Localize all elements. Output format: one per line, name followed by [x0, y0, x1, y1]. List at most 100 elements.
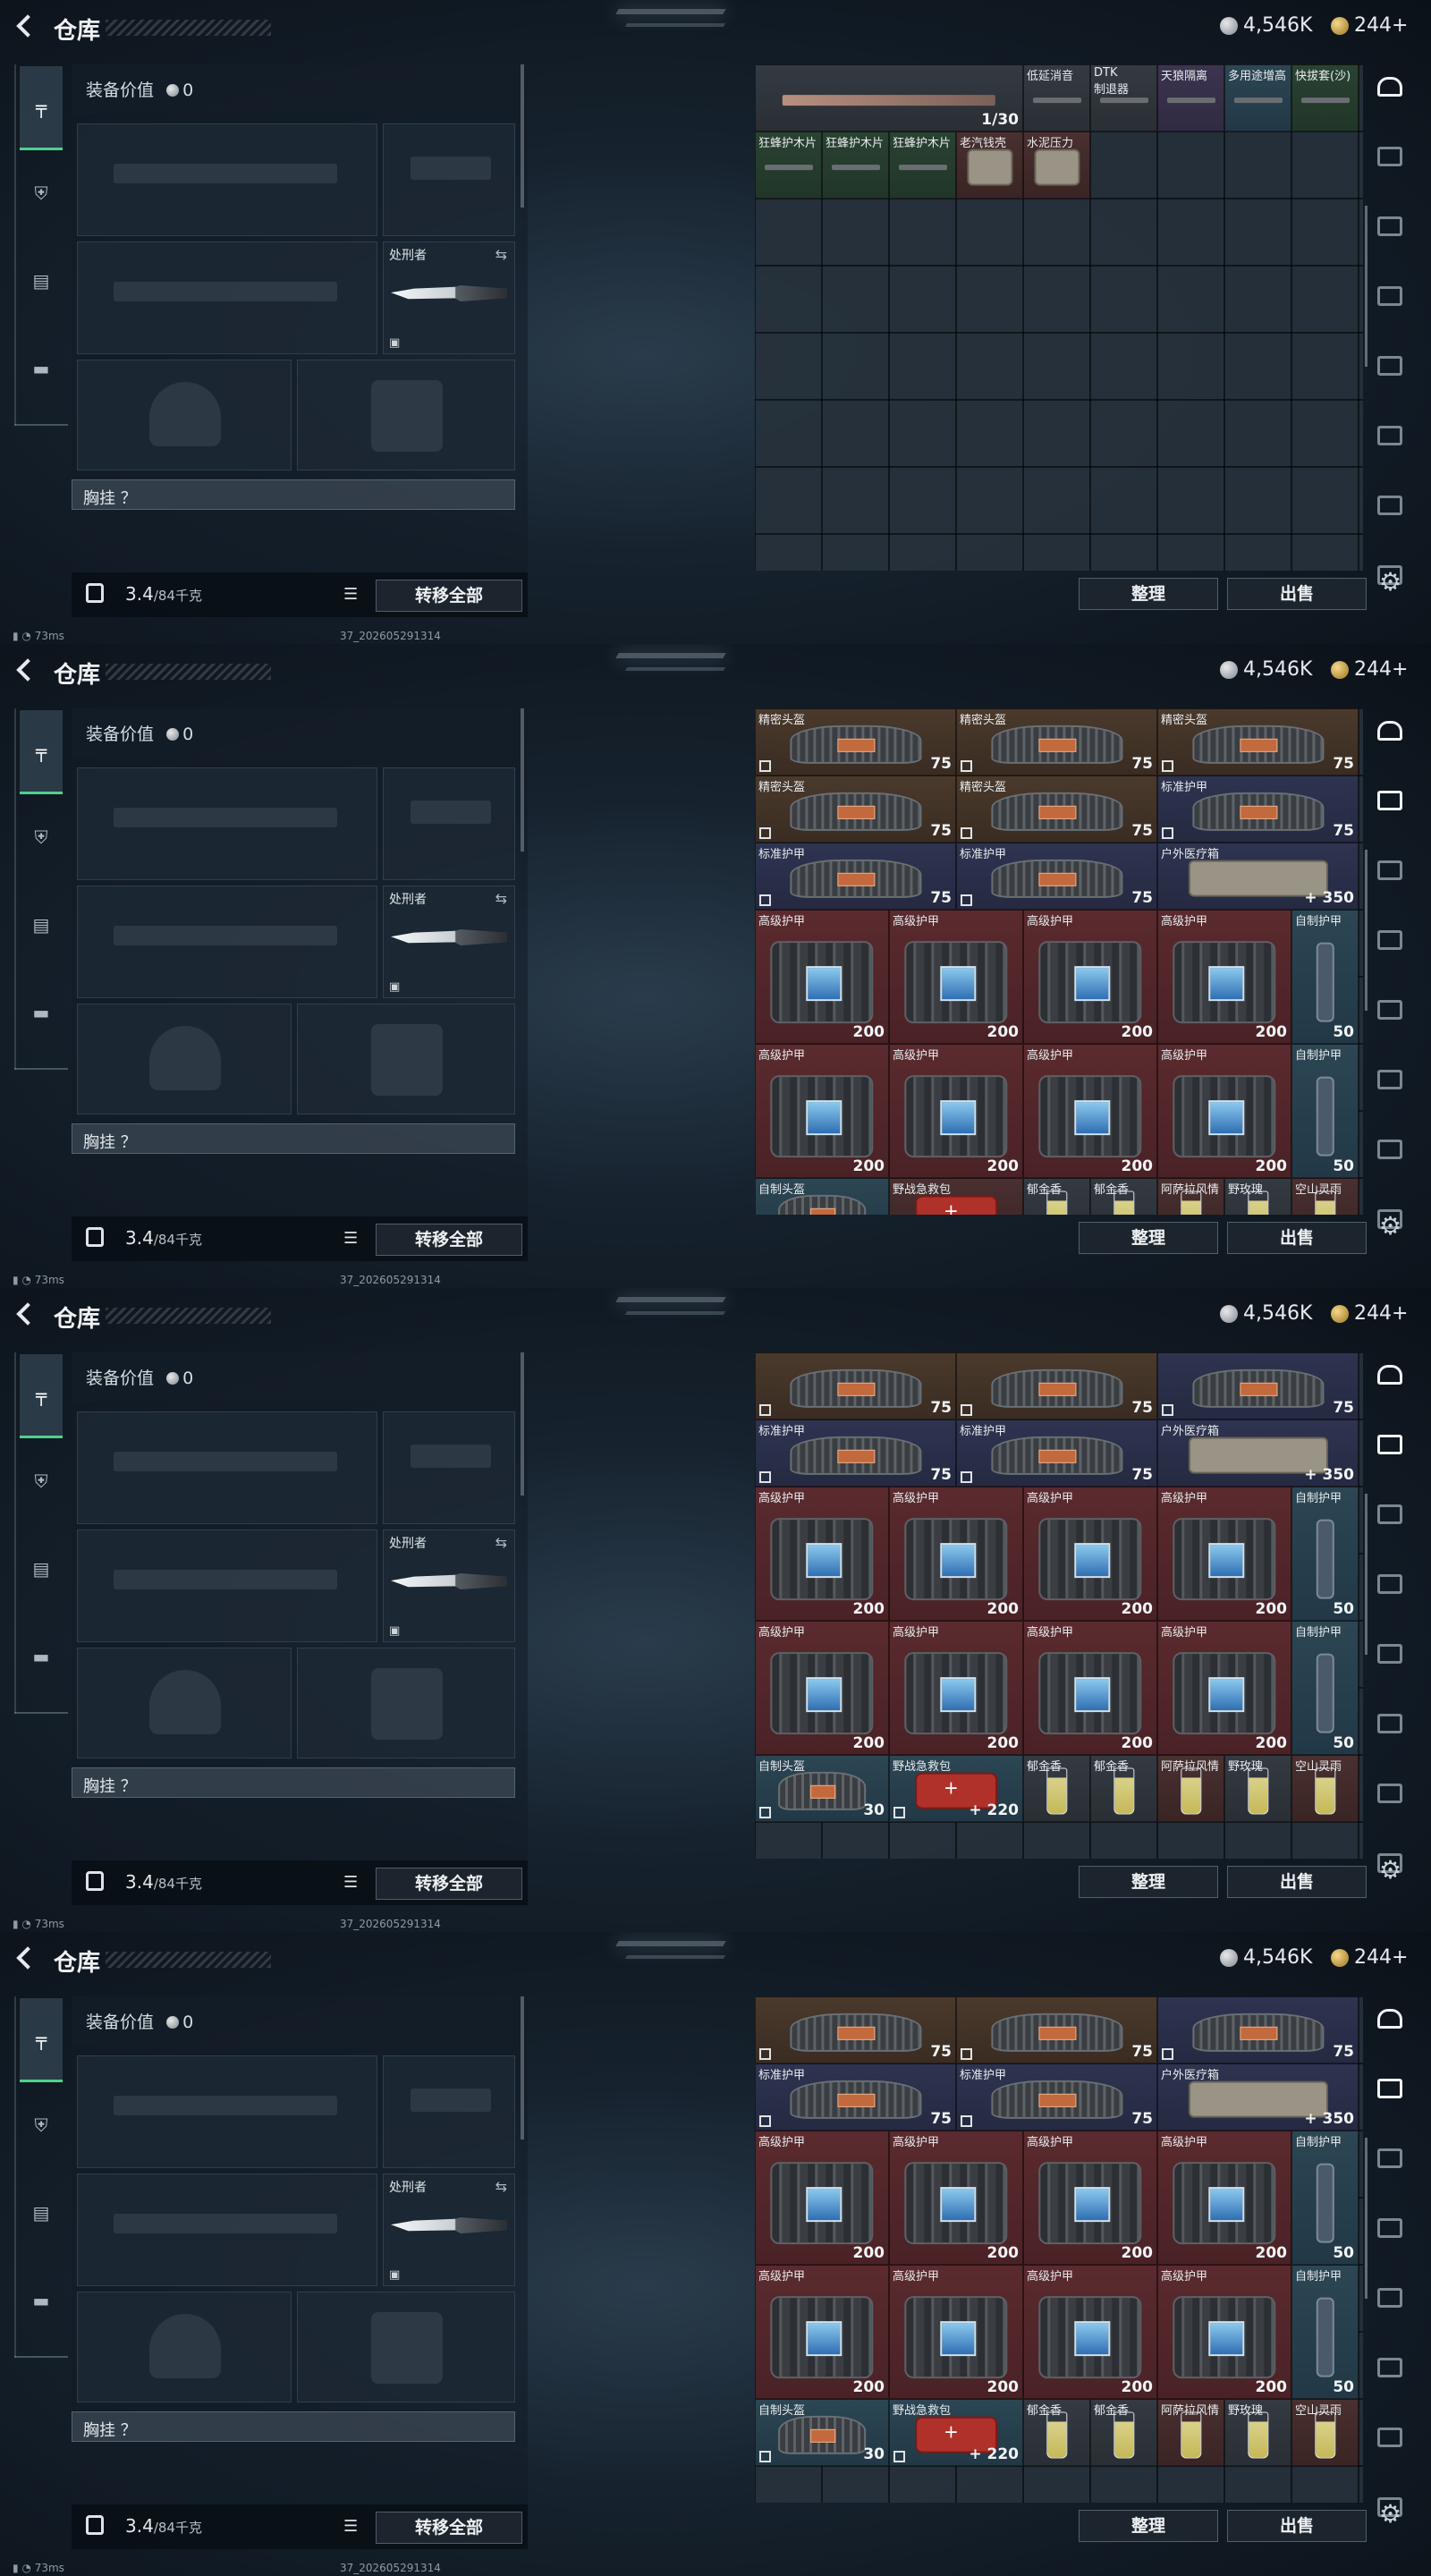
stash-item[interactable]: 高级护甲 200: [1157, 910, 1291, 1044]
briefcase-icon[interactable]: ▬: [30, 1002, 52, 1023]
loadout-scrollbar[interactable]: [521, 1996, 524, 2140]
stash-grid[interactable]: 75 75 75 标准护甲 75 标准护甲 75 户外医疗箱 + 350 高级护甲 200 高级护甲 2…: [755, 1996, 1363, 2503]
sort-button[interactable]: 整理: [1079, 1866, 1218, 1898]
sort-button[interactable]: 整理: [1079, 578, 1218, 610]
stash-item[interactable]: 空山灵雨: [1291, 1755, 1359, 1822]
stash-item[interactable]: 阿萨拉风情: [1157, 2399, 1224, 2466]
stash-item[interactable]: 高级护甲 200: [1157, 1487, 1291, 1621]
sell-button[interactable]: 出售: [1227, 1866, 1367, 1898]
silver-currency[interactable]: 4,546K: [1220, 1946, 1312, 1969]
stash-scrollbar[interactable]: [1365, 1494, 1367, 1655]
silver-currency[interactable]: 4,546K: [1220, 1302, 1312, 1325]
stash-item[interactable]: 高级护甲 200: [889, 2131, 1023, 2265]
container-tab-3[interactable]: [1374, 281, 1410, 311]
stash-item[interactable]: 户外医疗箱 + 350: [1157, 843, 1359, 910]
secondary-weapon-slot[interactable]: [77, 886, 377, 998]
primary-weapon-slot[interactable]: [77, 2055, 377, 2168]
stash-item[interactable]: 高级护甲 200: [1157, 1044, 1291, 1178]
stash-item[interactable]: 野玫瑰: [1224, 1755, 1291, 1822]
gear-icon[interactable]: ⚙: [1379, 567, 1401, 597]
container-tab-4[interactable]: [1374, 351, 1410, 381]
stash-item[interactable]: 高级护甲 200: [1157, 2131, 1291, 2265]
vest-icon[interactable]: ▤: [30, 1558, 52, 1580]
stash-item[interactable]: 精密头盔 75: [956, 708, 1157, 775]
swap-icon[interactable]: ⇆: [495, 2178, 507, 2195]
transfer-all-button[interactable]: 转移全部: [376, 2512, 522, 2544]
stash-item[interactable]: 精密头盔 75: [1157, 708, 1359, 775]
container-tab-2[interactable]: [1374, 855, 1410, 886]
stash-item[interactable]: 75: [755, 1996, 956, 2063]
stash-grid[interactable]: 75 75 75 标准护甲 75 标准护甲 75 户外医疗箱 + 350 高级护甲 200 高级护甲 2…: [755, 1352, 1363, 1859]
container-tab-2[interactable]: [1374, 211, 1410, 242]
back-arrow-icon[interactable]: [14, 13, 38, 36]
stash-item[interactable]: 郁金香: [1023, 1178, 1090, 1215]
briefcase-icon[interactable]: ▬: [30, 358, 52, 379]
transfer-all-button[interactable]: 转移全部: [376, 580, 522, 612]
stash-item[interactable]: 老汽钱壳: [956, 131, 1023, 199]
secondary-weapon-slot[interactable]: [77, 2174, 377, 2286]
helmet-slot[interactable]: [77, 1648, 292, 1758]
stash-item[interactable]: 野战急救包 + 220: [889, 2399, 1023, 2466]
list-icon[interactable]: ☰: [343, 585, 358, 604]
stash-grid[interactable]: 1/30 低延消音 DTK 制退器 天狼隔离 多用途增高 快拔套(沙) 狂蜂护木片 狂蜂护木片…: [755, 64, 1363, 571]
stash-item[interactable]: 标准护甲 75: [755, 2063, 956, 2131]
armor-slot[interactable]: [297, 360, 515, 470]
stash-item[interactable]: 标准护甲 75: [755, 843, 956, 910]
container-tab-5[interactable]: [1374, 1708, 1410, 1739]
secondary-weapon-slot[interactable]: [77, 1530, 377, 1642]
stash-home-icon[interactable]: [1374, 2004, 1410, 2034]
stash-item[interactable]: 高级护甲 200: [1023, 1044, 1157, 1178]
stash-item[interactable]: DTK 制退器: [1090, 64, 1157, 131]
stash-item[interactable]: 野战急救包 + 220: [889, 1755, 1023, 1822]
helmet-slot[interactable]: [77, 1004, 292, 1114]
container-tab-5[interactable]: [1374, 1064, 1410, 1095]
silver-currency[interactable]: 4,546K: [1220, 14, 1312, 37]
stash-item[interactable]: 高级护甲 200: [755, 1621, 889, 1755]
gear-icon[interactable]: ⚙: [1379, 1211, 1401, 1241]
gold-currency[interactable]: 244+: [1331, 14, 1408, 37]
loadout-scrollbar[interactable]: [521, 1352, 524, 1496]
sell-button[interactable]: 出售: [1227, 2510, 1367, 2542]
container-tab-1[interactable]: [1374, 785, 1410, 816]
loadout-scrollbar[interactable]: [521, 64, 524, 208]
stash-item[interactable]: 自制护甲 50: [1291, 2265, 1359, 2399]
stash-item[interactable]: 标准护甲 75: [956, 2063, 1157, 2131]
stash-item[interactable]: 阿萨拉风情: [1157, 1178, 1224, 1215]
armor-icon[interactable]: ⛨: [30, 182, 52, 204]
gold-currency[interactable]: 244+: [1331, 658, 1408, 681]
stash-item[interactable]: 高级护甲 200: [889, 910, 1023, 1044]
melee-slot[interactable]: 处刑者 ⇆ ▣: [383, 2174, 515, 2286]
container-tab-1[interactable]: [1374, 141, 1410, 172]
stash-item[interactable]: 多用途增高: [1224, 64, 1291, 131]
chest-rig-slot[interactable]: 胸挂 ？: [72, 1767, 515, 1798]
stash-item[interactable]: 自制护甲 50: [1291, 1487, 1359, 1621]
stash-scrollbar[interactable]: [1365, 2138, 1367, 2299]
vest-icon[interactable]: ▤: [30, 2202, 52, 2224]
stash-item[interactable]: 高级护甲 200: [1157, 2265, 1291, 2399]
stash-item[interactable]: 野玫瑰: [1224, 1178, 1291, 1215]
gear-icon[interactable]: ⚙: [1379, 2499, 1401, 2529]
gear-icon[interactable]: ⚙: [1379, 1855, 1401, 1885]
container-tab-2[interactable]: [1374, 1499, 1410, 1530]
armor-slot[interactable]: [297, 1004, 515, 1114]
sidearm-slot[interactable]: [383, 123, 515, 236]
sell-button[interactable]: 出售: [1227, 1222, 1367, 1254]
stash-item[interactable]: 天狼隔离: [1157, 64, 1224, 131]
stash-home-icon[interactable]: [1374, 72, 1410, 102]
container-tab-3[interactable]: [1374, 925, 1410, 955]
stash-item[interactable]: 野战急救包: [889, 1178, 1023, 1215]
stash-item[interactable]: 空山灵雨: [1291, 1178, 1359, 1215]
container-tab-4[interactable]: [1374, 1639, 1410, 1669]
stash-item[interactable]: 75: [1157, 1352, 1359, 1419]
back-arrow-icon[interactable]: [14, 657, 38, 680]
armor-icon[interactable]: ⛨: [30, 826, 52, 848]
loadout-scrollbar[interactable]: [521, 708, 524, 852]
sell-button[interactable]: 出售: [1227, 578, 1367, 610]
back-arrow-icon[interactable]: [14, 1945, 38, 1968]
melee-slot[interactable]: 处刑者 ⇆ ▣: [383, 242, 515, 354]
primary-weapon-slot[interactable]: [77, 1411, 377, 1524]
stash-item[interactable]: 高级护甲 200: [755, 910, 889, 1044]
armor-icon[interactable]: ⛨: [30, 2114, 52, 2136]
stash-item[interactable]: 标准护甲 75: [956, 843, 1157, 910]
sidearm-slot[interactable]: [383, 767, 515, 880]
